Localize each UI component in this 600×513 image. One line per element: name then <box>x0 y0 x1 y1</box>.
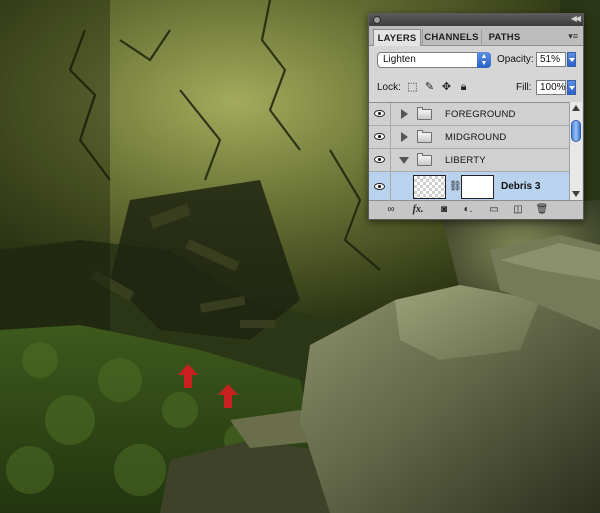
layer-mask-thumbnail[interactable] <box>461 175 494 199</box>
eye-icon <box>374 183 385 190</box>
link-layers-icon[interactable]: ∞ <box>383 204 399 216</box>
lock-pixels-icon[interactable]: ✎ <box>424 82 435 93</box>
collapse-triangle-icon[interactable] <box>399 157 409 164</box>
new-layer-icon[interactable]: ◫ <box>511 204 525 216</box>
layer-name: MIDGROUND <box>445 132 507 143</box>
folder-icon <box>417 107 432 120</box>
opacity-label: Opacity: <box>497 54 534 65</box>
eye-icon <box>374 156 385 163</box>
fill-dropdown-icon[interactable] <box>567 80 576 95</box>
layer-row-foreground[interactable]: FOREGROUND <box>369 103 569 126</box>
blend-mode-value: Lighten <box>383 54 416 65</box>
eye-icon <box>374 110 385 117</box>
panel-menu-icon[interactable]: ▾≡ <box>568 31 578 42</box>
fx-icon[interactable]: fx. <box>409 204 427 216</box>
layer-thumbnail[interactable] <box>413 175 446 199</box>
lock-transparency-icon[interactable]: ⬚ <box>407 82 418 93</box>
select-arrows-icon: ▲ ▼ <box>477 52 491 68</box>
panel-footer: ∞ fx. ◙ ◐. ▭ ◫ 🗑︎ <box>369 200 583 219</box>
scroll-up-icon[interactable] <box>572 105 580 111</box>
expand-triangle-icon[interactable] <box>401 132 408 142</box>
layer-name: FOREGROUND <box>445 109 516 120</box>
folder-icon <box>417 153 432 166</box>
visibility-toggle[interactable] <box>369 149 391 171</box>
mask-link-icon[interactable]: ⛓︎ <box>449 181 462 192</box>
red-arrow-marker-2 <box>218 384 238 408</box>
layer-name: Debris 3 <box>501 181 541 192</box>
layer-row-liberty[interactable]: LIBERTY <box>369 149 569 172</box>
layer-row-midground[interactable]: MIDGROUND <box>369 126 569 149</box>
new-group-icon[interactable]: ▭ <box>487 204 501 216</box>
tab-channels[interactable]: CHANNELS <box>422 29 480 46</box>
red-arrow-marker-1 <box>178 364 198 388</box>
layers-panel: ◀◀ LAYERS CHANNELS PATHS ▾≡ Lighten ▲ ▼ O… <box>368 13 584 220</box>
visibility-toggle[interactable] <box>369 103 391 125</box>
add-mask-icon[interactable]: ◙ <box>437 204 451 216</box>
folder-icon <box>417 130 432 143</box>
expand-triangle-icon[interactable] <box>401 109 408 119</box>
scroll-thumb[interactable] <box>571 120 581 142</box>
lock-label: Lock: <box>377 82 401 93</box>
panel-close-button[interactable] <box>373 16 381 24</box>
adjustment-layer-icon[interactable]: ◐. <box>459 204 477 216</box>
blend-mode-select[interactable]: Lighten ▲ ▼ <box>377 52 491 68</box>
opacity-input[interactable]: 51% <box>536 52 566 67</box>
layer-name: LIBERTY <box>445 155 486 166</box>
layers-list: FOREGROUND MIDGROUND LIBERTY ⛓︎ Debris 3 <box>369 102 569 202</box>
tab-layers[interactable]: LAYERS <box>373 29 421 46</box>
lock-all-icon[interactable]: 🔒︎ <box>458 82 469 93</box>
panel-tabbar: LAYERS CHANNELS PATHS ▾≡ <box>369 26 583 46</box>
layers-scrollbar[interactable] <box>569 102 582 200</box>
panel-collapse-icon[interactable]: ◀◀ <box>571 14 581 23</box>
delete-layer-icon[interactable]: 🗑︎ <box>535 204 549 216</box>
eye-icon <box>374 133 385 140</box>
layer-row-debris-3[interactable]: ⛓︎ Debris 3 <box>369 172 569 202</box>
scroll-down-icon[interactable] <box>572 191 580 197</box>
panel-titlebar[interactable]: ◀◀ <box>369 14 583 26</box>
lock-position-icon[interactable]: ✥ <box>441 82 452 93</box>
visibility-toggle[interactable] <box>369 172 391 202</box>
fill-input[interactable]: 100% <box>536 80 566 95</box>
visibility-toggle[interactable] <box>369 126 391 148</box>
fill-label: Fill: <box>516 82 532 93</box>
opacity-dropdown-icon[interactable] <box>567 52 576 67</box>
tab-paths[interactable]: PATHS <box>481 29 527 46</box>
